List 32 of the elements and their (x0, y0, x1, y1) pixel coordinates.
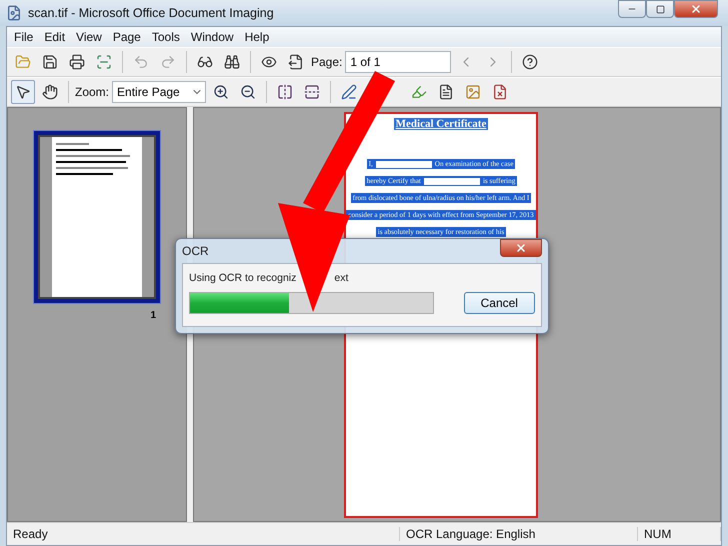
dialog-message: Using OCR to recogniz (189, 272, 296, 284)
page-number: 1 (150, 310, 156, 321)
menu-item[interactable]: Page (108, 30, 146, 44)
menu-item[interactable]: Edit (39, 30, 70, 44)
maximize-icon (656, 4, 664, 14)
page-field[interactable]: 1 of 1 (345, 51, 452, 73)
zoom-label: Zoom: (75, 85, 110, 99)
window-title: scan.tif - Microsoft Office Document Imaging (28, 6, 275, 20)
close-button[interactable] (500, 239, 542, 257)
menu-item[interactable]: Help (240, 30, 274, 44)
menu-item[interactable]: File (9, 30, 38, 44)
maximize-button[interactable] (646, 0, 674, 18)
menu-item[interactable]: View (71, 30, 107, 44)
dialog-title: OCR (182, 244, 209, 258)
status-text: Ready (7, 527, 400, 541)
zoom-dropdown[interactable]: Entire Page (112, 81, 206, 103)
pointer-icon[interactable] (11, 80, 35, 104)
document-title: Medical Certificate (394, 118, 488, 130)
num-lock-indicator: NUM (638, 527, 721, 541)
ocr-language: OCR Language: English (400, 527, 638, 541)
page-thumbnail[interactable] (33, 130, 161, 304)
close-icon (515, 242, 527, 254)
cancel-button[interactable]: Cancel (464, 292, 535, 314)
app-icon (6, 5, 22, 21)
menu-item[interactable]: Tools (146, 30, 185, 44)
dialog-message: ext (334, 272, 348, 284)
menu-item[interactable]: Window (186, 30, 239, 44)
blank-field (424, 178, 480, 184)
page-label: Page: (311, 55, 342, 69)
blank-field (376, 160, 432, 168)
close-icon (690, 3, 702, 15)
close-button[interactable] (674, 0, 718, 18)
